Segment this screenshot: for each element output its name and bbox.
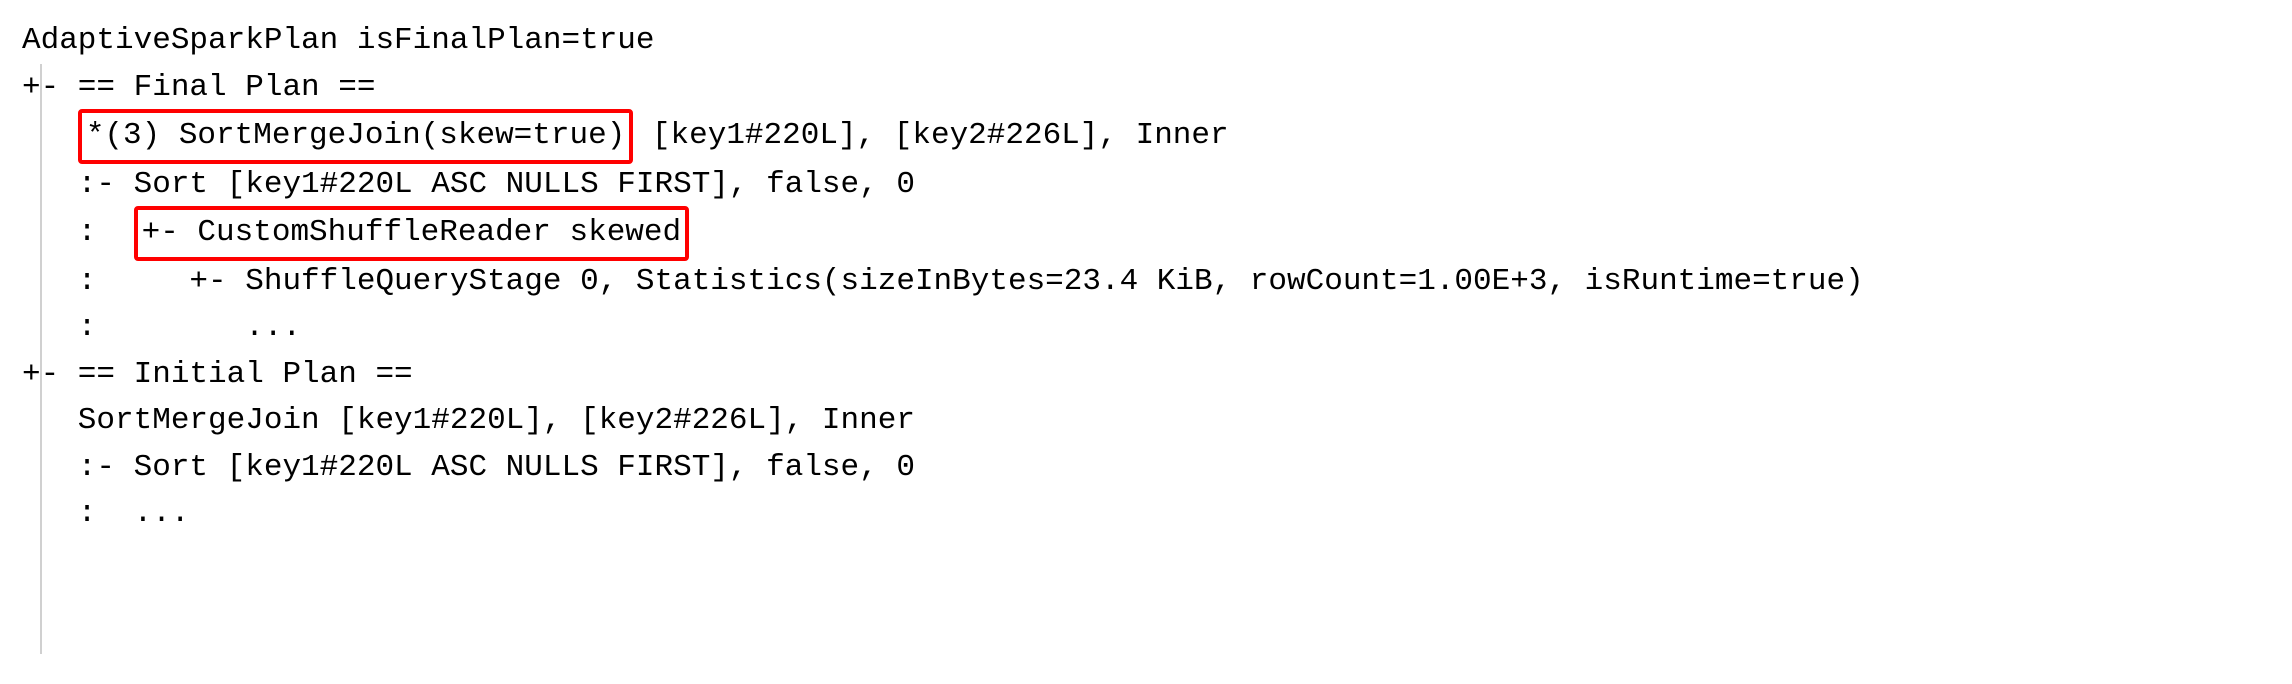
highlight-sortmergejoin-skew: *(3) SortMergeJoin(skew=true) bbox=[78, 109, 634, 164]
indent: : bbox=[22, 215, 134, 250]
indent bbox=[22, 118, 78, 153]
plan-line: +- == Initial Plan == bbox=[22, 352, 2270, 399]
plan-line: : ... bbox=[22, 305, 2270, 352]
plan-line: *(3) SortMergeJoin(skew=true) [key1#220L… bbox=[22, 111, 2270, 162]
indent-guide bbox=[40, 64, 42, 654]
plan-text: [key1#220L], [key2#226L], Inner bbox=[633, 118, 1228, 153]
plan-line: : ... bbox=[22, 491, 2270, 538]
highlight-customshufflereader-skewed: +- CustomShuffleReader skewed bbox=[134, 206, 690, 261]
plan-line: +- == Final Plan == bbox=[22, 65, 2270, 112]
query-plan-block: AdaptiveSparkPlan isFinalPlan=true +- ==… bbox=[22, 18, 2270, 538]
plan-line: : +- CustomShuffleReader skewed bbox=[22, 208, 2270, 259]
plan-line: :- Sort [key1#220L ASC NULLS FIRST], fal… bbox=[22, 445, 2270, 492]
plan-line: : +- ShuffleQueryStage 0, Statistics(siz… bbox=[22, 259, 2270, 306]
plan-line: AdaptiveSparkPlan isFinalPlan=true bbox=[22, 18, 2270, 65]
plan-line: SortMergeJoin [key1#220L], [key2#226L], … bbox=[22, 398, 2270, 445]
plan-line: :- Sort [key1#220L ASC NULLS FIRST], fal… bbox=[22, 162, 2270, 209]
